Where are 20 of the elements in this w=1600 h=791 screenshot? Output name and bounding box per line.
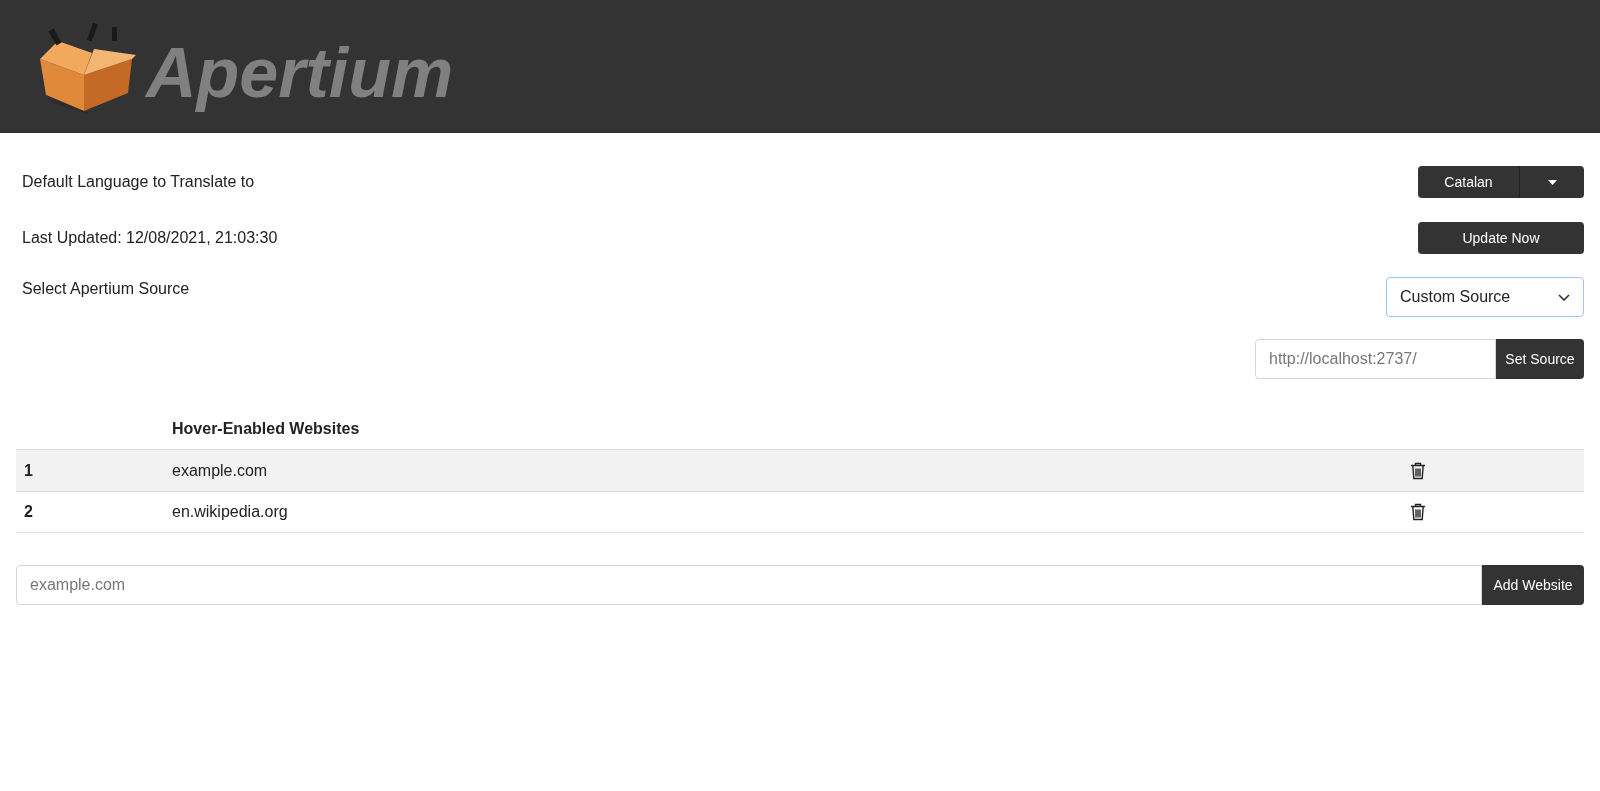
language-dropdown[interactable]: Catalan (1418, 166, 1584, 198)
source-select[interactable]: Custom Source (1386, 277, 1584, 317)
add-website-button[interactable]: Add Website (1482, 565, 1584, 605)
website-cell-text: en.wikipedia.org (172, 502, 289, 522)
website-cell-text: example.com (172, 460, 269, 481)
language-value: Catalan (1418, 166, 1520, 198)
last-updated-text: Last Updated: 12/08/2021, 21:03:30 (22, 228, 278, 248)
trash-icon[interactable] (1410, 461, 1426, 480)
source-label: Select Apertium Source (22, 279, 190, 299)
source-url-field[interactable]: http://localhost:2737/ (1255, 339, 1496, 379)
row-index: 2 (23, 502, 34, 522)
chevron-down-icon (1558, 293, 1570, 301)
set-source-button[interactable]: Set Source (1496, 339, 1584, 379)
website-field[interactable]: example.com (16, 565, 1482, 605)
update-now-button[interactable]: Update Now (1418, 222, 1584, 254)
column-header: Hover-Enabled Websites (172, 419, 360, 439)
row-index: 1 (23, 460, 34, 481)
trash-icon[interactable] (1410, 503, 1426, 521)
language-label: Default Language to Translate to (22, 172, 255, 192)
caret-icon (1547, 179, 1557, 185)
